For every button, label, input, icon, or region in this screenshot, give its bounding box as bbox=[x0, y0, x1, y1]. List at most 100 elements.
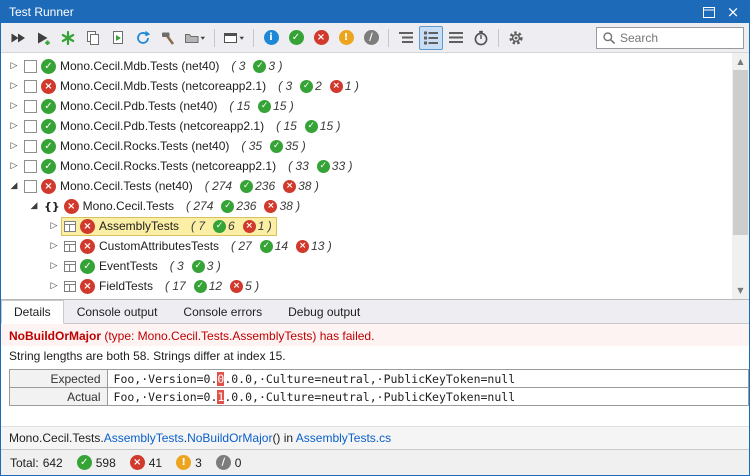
search-box[interactable] bbox=[596, 27, 744, 49]
failed-count-icon: × bbox=[243, 220, 256, 233]
failure-message: NoBuildOrMajor (type: Mono.Cecil.Tests.A… bbox=[1, 324, 749, 346]
test-tree-row[interactable]: ▷✓Mono.Cecil.Pdb.Tests (netcoreapp2.1)( … bbox=[1, 116, 732, 136]
checkbox[interactable] bbox=[24, 120, 37, 133]
skipped-count: ∕0 bbox=[216, 455, 242, 470]
not-run-icon: i bbox=[264, 30, 279, 45]
test-tree-row[interactable]: ◢{}×Mono.Cecil.Tests( 274 ✓236 ×38 ) bbox=[1, 196, 732, 216]
expand-icon[interactable]: ▷ bbox=[47, 221, 61, 231]
filter-skipped-button[interactable]: ∕ bbox=[359, 26, 383, 50]
expand-icon[interactable]: ▷ bbox=[7, 61, 21, 71]
window-position-button[interactable] bbox=[697, 3, 721, 21]
build-button[interactable] bbox=[156, 26, 180, 50]
expand-icon[interactable]: ▷ bbox=[7, 161, 21, 171]
file-link[interactable]: AssemblyTests.cs bbox=[296, 431, 391, 445]
expand-icon[interactable]: ▷ bbox=[7, 141, 21, 151]
folder-dropdown-icon bbox=[184, 30, 206, 46]
skipped-icon: ∕ bbox=[364, 30, 379, 45]
tree-scrollbar[interactable]: ▲ ▼ bbox=[732, 53, 749, 299]
tab-debug-output[interactable]: Debug output bbox=[275, 300, 373, 324]
scrollbar-track[interactable] bbox=[732, 70, 749, 282]
run-coverage-button[interactable] bbox=[106, 26, 130, 50]
separator bbox=[214, 29, 215, 47]
test-tree-row[interactable]: ▷✓Mono.Cecil.Rocks.Tests (net40)( 35 ✓35… bbox=[1, 136, 732, 156]
test-node[interactable]: ×AssemblyTests( 7 ✓6 ×1 ) bbox=[61, 217, 277, 236]
class-link[interactable]: AssemblyTests bbox=[104, 431, 184, 445]
run-new-tests-button[interactable] bbox=[56, 26, 80, 50]
run-tests-button[interactable] bbox=[31, 26, 55, 50]
expand-icon[interactable]: ▷ bbox=[47, 281, 61, 291]
test-node[interactable]: ✓Mono.Cecil.Pdb.Tests (net40)( 15 ✓15 ) bbox=[21, 97, 299, 116]
stack-text: () in bbox=[272, 431, 295, 445]
close-icon: × bbox=[727, 3, 740, 21]
test-node[interactable]: ✓EventTests( 3 ✓3 ) bbox=[61, 257, 226, 276]
run-all-tests-button[interactable] bbox=[6, 26, 30, 50]
filter-failed-button[interactable]: × bbox=[309, 26, 333, 50]
checkbox[interactable] bbox=[24, 100, 37, 113]
group-by-namespace-button[interactable] bbox=[419, 26, 443, 50]
test-tree[interactable]: ▷✓Mono.Cecil.Mdb.Tests (net40)( 3 ✓3 )▷×… bbox=[1, 53, 732, 299]
test-tree-row[interactable]: ▷✓Mono.Cecil.Mdb.Tests (net40)( 3 ✓3 ) bbox=[1, 56, 732, 76]
scroll-down-icon[interactable]: ▼ bbox=[732, 282, 749, 299]
test-node[interactable]: ×Mono.Cecil.Tests (net40)( 274 ✓236 ×38 … bbox=[21, 177, 324, 196]
test-tree-row[interactable]: ▷×CustomAttributesTests( 27 ✓14 ×13 ) bbox=[1, 236, 732, 256]
test-tree-row[interactable]: ▷✓Mono.Cecil.Pdb.Tests (net40)( 15 ✓15 ) bbox=[1, 96, 732, 116]
filter-warnings-button[interactable]: ! bbox=[334, 26, 358, 50]
test-node[interactable]: ×CustomAttributesTests( 27 ✓14 ×13 ) bbox=[61, 237, 337, 256]
test-name: Mono.Cecil.Pdb.Tests (netcoreapp2.1) bbox=[60, 119, 264, 133]
actual-label: Actual bbox=[10, 388, 108, 406]
settings-button[interactable] bbox=[504, 26, 528, 50]
fixture-icon bbox=[64, 261, 76, 272]
checkbox[interactable] bbox=[24, 60, 37, 73]
test-tree-row[interactable]: ▷×AssemblyTests( 7 ✓6 ×1 ) bbox=[1, 216, 732, 236]
repeat-last-run-button[interactable] bbox=[81, 26, 105, 50]
tab-details[interactable]: Details bbox=[1, 300, 64, 324]
expand-icon[interactable]: ▷ bbox=[7, 101, 21, 111]
test-node[interactable]: ✓Mono.Cecil.Rocks.Tests (netcoreapp2.1)(… bbox=[21, 157, 357, 176]
test-counts: ( 7 ✓6 ×1 ) bbox=[191, 219, 272, 233]
test-node[interactable]: ✓Mono.Cecil.Pdb.Tests (netcoreapp2.1)( 1… bbox=[21, 117, 346, 136]
status-bar: Total:642 ✓598 ×41 !3 ∕0 bbox=[1, 449, 749, 475]
failed-count: ×41 bbox=[130, 455, 162, 470]
checkbox[interactable] bbox=[24, 140, 37, 153]
test-node[interactable]: ✓Mono.Cecil.Rocks.Tests (net40)( 35 ✓35 … bbox=[21, 137, 311, 156]
test-runner-window: Test Runner × i ✓ × ! ∕ ▷✓M bbox=[0, 0, 750, 476]
window-layout-button[interactable] bbox=[220, 26, 248, 50]
tab-console-errors[interactable]: Console errors bbox=[170, 300, 275, 324]
failed-icon: × bbox=[130, 455, 145, 470]
expand-icon[interactable]: ▷ bbox=[7, 121, 21, 131]
tab-console-output[interactable]: Console output bbox=[64, 300, 171, 324]
test-tree-row[interactable]: ◢×Mono.Cecil.Tests (net40)( 274 ✓236 ×38… bbox=[1, 176, 732, 196]
scroll-up-icon[interactable]: ▲ bbox=[732, 53, 749, 70]
total-label: Total: bbox=[10, 456, 39, 470]
collapse-icon[interactable]: ◢ bbox=[7, 181, 21, 191]
test-tree-row[interactable]: ▷✓Mono.Cecil.Rocks.Tests (netcoreapp2.1)… bbox=[1, 156, 732, 176]
search-input[interactable] bbox=[620, 31, 738, 45]
scrollbar-thumb[interactable] bbox=[733, 70, 748, 235]
open-solution-button[interactable] bbox=[181, 26, 209, 50]
show-timings-button[interactable] bbox=[469, 26, 493, 50]
filter-not-run-button[interactable]: i bbox=[259, 26, 283, 50]
refresh-button[interactable] bbox=[131, 26, 155, 50]
checkbox[interactable] bbox=[24, 160, 37, 173]
flat-list-button[interactable] bbox=[444, 26, 468, 50]
test-node[interactable]: ✓Mono.Cecil.Mdb.Tests (net40)( 3 ✓3 ) bbox=[21, 57, 287, 76]
expand-icon[interactable]: ▷ bbox=[7, 81, 21, 91]
close-button[interactable]: × bbox=[721, 3, 745, 21]
expand-icon[interactable]: ▷ bbox=[47, 261, 61, 271]
test-node[interactable]: ×Mono.Cecil.Mdb.Tests (netcoreapp2.1)( 3… bbox=[21, 77, 364, 96]
filter-passed-button[interactable]: ✓ bbox=[284, 26, 308, 50]
test-tree-row[interactable]: ▷×Mono.Cecil.Mdb.Tests (netcoreapp2.1)( … bbox=[1, 76, 732, 96]
test-node[interactable]: ×FieldTests( 17 ✓12 ×5 ) bbox=[61, 277, 264, 296]
collapse-icon[interactable]: ◢ bbox=[27, 201, 41, 211]
failed-count-icon: × bbox=[230, 280, 243, 293]
expand-icon[interactable]: ▷ bbox=[47, 241, 61, 251]
checkbox[interactable] bbox=[24, 180, 37, 193]
failed-icon: × bbox=[80, 239, 95, 254]
test-node[interactable]: {}×Mono.Cecil.Tests( 274 ✓236 ×38 ) bbox=[41, 197, 305, 216]
method-link[interactable]: NoBuildOrMajor bbox=[187, 431, 272, 445]
test-tree-row[interactable]: ▷×FieldTests( 17 ✓12 ×5 ) bbox=[1, 276, 732, 296]
group-by-project-button[interactable] bbox=[394, 26, 418, 50]
test-tree-row[interactable]: ▷✓EventTests( 3 ✓3 ) bbox=[1, 256, 732, 276]
checkbox[interactable] bbox=[24, 80, 37, 93]
failed-icon: × bbox=[64, 199, 79, 214]
